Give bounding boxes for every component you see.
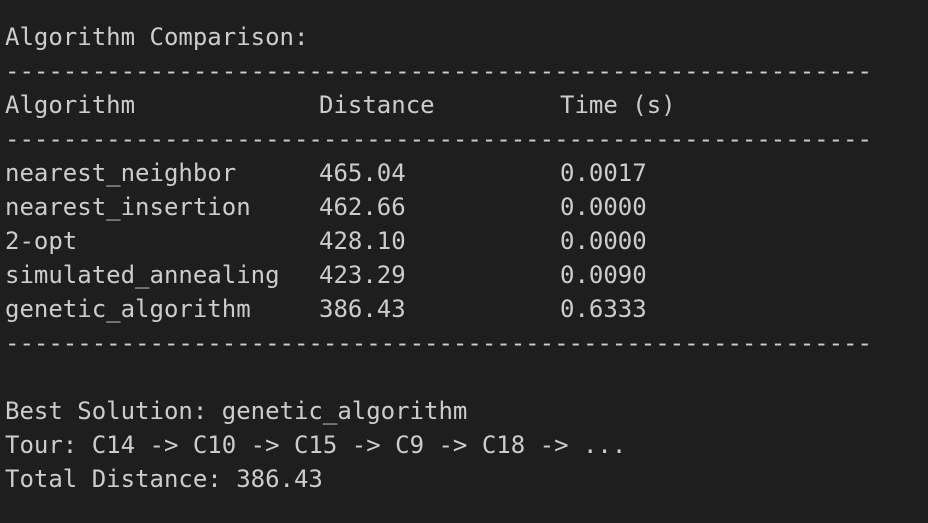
separator-top: ----------------------------------------…	[5, 57, 872, 85]
cell-time: 0.6333	[560, 295, 647, 323]
cell-distance: 465.04	[319, 159, 406, 187]
separator-bottom: ----------------------------------------…	[5, 329, 872, 357]
header-time: Time (s)	[560, 91, 676, 119]
cell-algorithm: nearest_neighbor	[5, 159, 237, 187]
table-row: nearest_insertion 462.66 0.0000	[5, 190, 928, 224]
cell-distance: 428.10	[319, 227, 406, 255]
table-row: 2-opt 428.10 0.0000	[5, 224, 928, 258]
cell-algorithm: nearest_insertion	[5, 193, 251, 221]
tour-line: Tour: C14 -> C10 -> C15 -> C9 -> C18 -> …	[5, 431, 627, 459]
table-row: simulated_annealing 423.29 0.0090	[5, 258, 928, 292]
cell-algorithm: simulated_annealing	[5, 261, 280, 289]
total-distance: Total Distance: 386.43	[5, 465, 323, 493]
separator-header: ----------------------------------------…	[5, 125, 872, 153]
best-solution: Best Solution: genetic_algorithm	[5, 397, 468, 425]
table-row: genetic_algorithm 386.43 0.6333	[5, 292, 928, 326]
table-header-row: Algorithm Distance Time (s)	[5, 88, 928, 122]
cell-time: 0.0017	[560, 159, 647, 187]
cell-distance: 386.43	[319, 295, 406, 323]
output-title: Algorithm Comparison:	[5, 23, 309, 51]
terminal-output: Algorithm Comparison: ------------------…	[0, 0, 928, 523]
cell-algorithm: 2-opt	[5, 227, 78, 255]
cell-time: 0.0090	[560, 261, 647, 289]
cell-distance: 462.66	[319, 193, 406, 221]
cell-distance: 423.29	[319, 261, 406, 289]
header-distance: Distance	[319, 91, 435, 119]
cell-time: 0.0000	[560, 227, 647, 255]
table-row: nearest_neighbor 465.04 0.0017	[5, 156, 928, 190]
cell-algorithm: genetic_algorithm	[5, 295, 251, 323]
cell-time: 0.0000	[560, 193, 647, 221]
header-algorithm: Algorithm	[5, 91, 136, 119]
